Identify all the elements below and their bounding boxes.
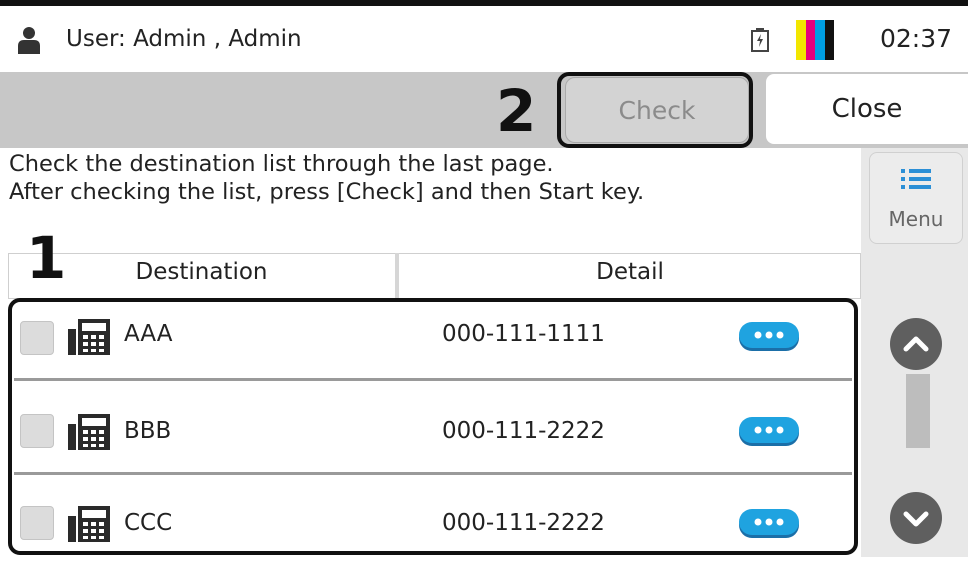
- row-checkbox[interactable]: [20, 321, 54, 355]
- row-number: 000-111-2222: [442, 418, 605, 444]
- toner-black: [824, 20, 834, 60]
- instruction-message: Check the destination list through the l…: [9, 150, 644, 206]
- status-bar: User: Admin , Admin 02:37: [0, 6, 968, 72]
- close-button-label: Close: [831, 94, 903, 124]
- row-checkbox[interactable]: [20, 506, 54, 540]
- user-label: User: Admin , Admin: [66, 26, 302, 52]
- check-button-label: Check: [618, 95, 696, 125]
- row-divider: [14, 472, 852, 475]
- scroll-up-button[interactable]: [890, 318, 942, 370]
- fax-icon: [68, 506, 110, 542]
- battery-icon: [751, 28, 769, 52]
- more-details-icon[interactable]: [738, 321, 800, 353]
- menu-button[interactable]: Menu: [869, 152, 963, 244]
- toner-cyan: [815, 20, 825, 60]
- chevron-down-icon: [903, 511, 929, 527]
- table-row[interactable]: AAA 000-111-1111: [12, 301, 854, 379]
- check-button[interactable]: Check: [565, 77, 749, 143]
- row-number: 000-111-2222: [442, 510, 605, 536]
- message-line-1: Check the destination list through the l…: [9, 151, 554, 177]
- table-row[interactable]: BBB 000-111-2222: [12, 394, 854, 472]
- toner-magenta: [805, 20, 815, 60]
- fax-icon: [68, 414, 110, 450]
- fax-icon: [68, 319, 110, 355]
- message-line-2: After checking the list, press [Check] a…: [9, 179, 645, 205]
- table-row[interactable]: CCC 000-111-2222: [12, 486, 854, 564]
- close-button[interactable]: Close: [766, 74, 968, 144]
- row-name: BBB: [124, 418, 172, 444]
- scrollbar-thumb[interactable]: [906, 374, 930, 448]
- user-icon: [18, 27, 40, 54]
- row-checkbox[interactable]: [20, 414, 54, 448]
- more-details-icon[interactable]: [738, 416, 800, 448]
- scroll-down-button[interactable]: [890, 492, 942, 544]
- row-number: 000-111-1111: [442, 321, 605, 347]
- column-header-detail: Detail: [596, 259, 664, 285]
- chevron-up-icon: [903, 336, 929, 352]
- more-details-icon[interactable]: [738, 508, 800, 540]
- row-divider: [14, 378, 852, 381]
- row-name: CCC: [124, 510, 173, 536]
- callout-1: 1: [26, 224, 67, 292]
- callout-2: 2: [496, 77, 537, 145]
- menu-icon: [901, 169, 931, 189]
- clock: 02:37: [880, 24, 953, 53]
- menu-label: Menu: [888, 207, 944, 231]
- row-name: AAA: [124, 321, 173, 347]
- toner-yellow: [796, 20, 806, 60]
- toner-indicator: [796, 20, 834, 60]
